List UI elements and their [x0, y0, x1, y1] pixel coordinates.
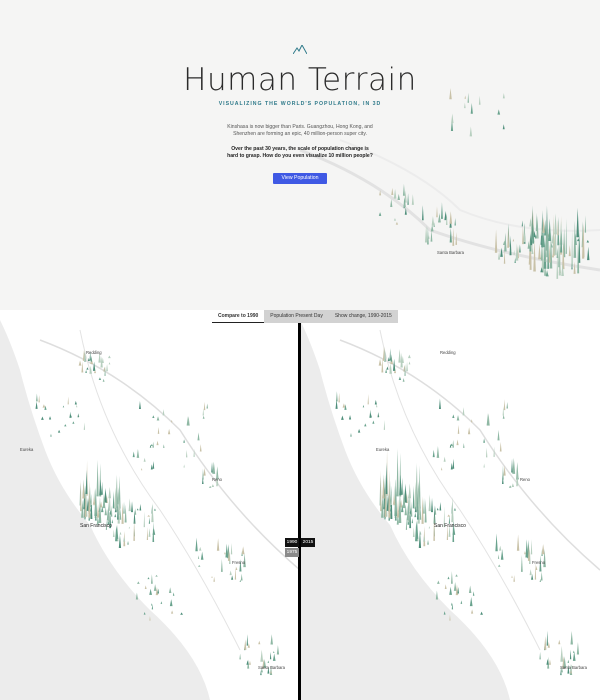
population-spike [407, 193, 409, 205]
population-spike [436, 206, 438, 218]
tab-population-present-day[interactable]: Population Present Day [264, 310, 329, 323]
population-spike [497, 109, 501, 115]
map-label-eureka: Eureka [20, 447, 34, 452]
intro-question: Over the past 30 years, the scale of pop… [227, 146, 373, 160]
population-spike [576, 207, 580, 238]
population-spike [443, 611, 446, 615]
population-spike [497, 251, 501, 260]
population-spike [451, 113, 454, 124]
population-spike [512, 238, 515, 242]
map-label-reno: Reno [212, 477, 223, 482]
population-spike [393, 218, 397, 221]
population-spike [544, 219, 547, 236]
population-spike [397, 193, 401, 201]
year-option-1975[interactable]: 1975 [285, 548, 299, 557]
map-label-redding: Redding [86, 350, 102, 355]
population-spike [513, 249, 515, 255]
population-spike [440, 202, 443, 219]
population-spike [587, 246, 590, 261]
population-spike [449, 227, 452, 243]
map-label-santa-barbara: Santa Barbara [560, 665, 588, 670]
population-spike [421, 205, 424, 221]
hero-section: Human Terrain VISUALIZING THE WORLD'S PO… [0, 0, 600, 310]
population-spike [522, 225, 524, 245]
tab-show-change[interactable]: Show change, 1990-2015 [328, 310, 398, 323]
population-spike [565, 218, 567, 254]
population-spike [509, 235, 512, 256]
population-spike [390, 198, 393, 208]
map-panel-2015[interactable] [300, 310, 600, 700]
population-spike [494, 229, 498, 253]
view-population-button[interactable]: View Population [273, 173, 327, 184]
population-spike [449, 614, 451, 621]
compare-slider-handle[interactable] [298, 323, 301, 700]
population-spike [149, 615, 151, 621]
population-spike [143, 611, 146, 615]
population-spike [527, 241, 530, 249]
map-label-redding: Redding [440, 350, 456, 355]
population-spike [391, 187, 394, 196]
population-spike [395, 221, 399, 225]
map-label-san-francisco: San Francisco [434, 523, 466, 529]
hero-population-spikes [378, 87, 590, 279]
population-spike [431, 216, 435, 226]
population-spike [568, 244, 571, 257]
population-spike [571, 229, 573, 266]
view-tabs: Compare to 1990 Population Present Day S… [212, 310, 398, 323]
population-spike [378, 212, 382, 216]
map-label-fresno: Fresno [532, 560, 546, 565]
map-label-san-francisco: San Francisco [80, 523, 112, 529]
page-subtitle: VISUALIZING THE WORLD'S POPULATION, IN 3… [218, 101, 382, 107]
population-spike [573, 261, 576, 274]
population-spike [502, 124, 505, 130]
population-spike [533, 239, 536, 272]
population-spike [428, 235, 430, 239]
map-label-santa-barbara: Santa Barbara [258, 665, 286, 670]
map-label-reno: Reno [520, 477, 531, 482]
population-spike [521, 220, 523, 227]
population-spike [584, 215, 587, 233]
population-spike [518, 244, 521, 253]
population-spike [454, 217, 456, 226]
map-label-eureka: Eureka [376, 447, 390, 452]
year-label-left: 1990 [285, 538, 299, 547]
population-spike [449, 211, 453, 224]
year-label-right: 2015 [301, 538, 315, 547]
population-spike [556, 247, 559, 259]
population-spike [586, 240, 590, 243]
map-label-fresno: Fresno [232, 560, 246, 565]
population-spike [538, 243, 541, 260]
population-spike [411, 194, 414, 205]
population-spike [438, 212, 441, 223]
mountain-logo-icon [293, 45, 307, 54]
population-spike [542, 217, 545, 233]
population-spike [393, 188, 397, 199]
tab-compare-1990[interactable]: Compare to 1990 [212, 310, 265, 323]
population-spike [545, 270, 549, 277]
population-spike [402, 183, 405, 196]
population-spike [469, 126, 473, 137]
page-title: Human Terrain [183, 62, 417, 98]
compare-section: Redding Eureka Reno Fresno San Francisco… [0, 310, 600, 700]
intro-text: Kinshasa is now bigger than Paris. Guang… [227, 124, 373, 138]
map-panel-1990[interactable] [0, 310, 300, 700]
map-label-santa-barbara: Santa Barbara [437, 250, 465, 255]
